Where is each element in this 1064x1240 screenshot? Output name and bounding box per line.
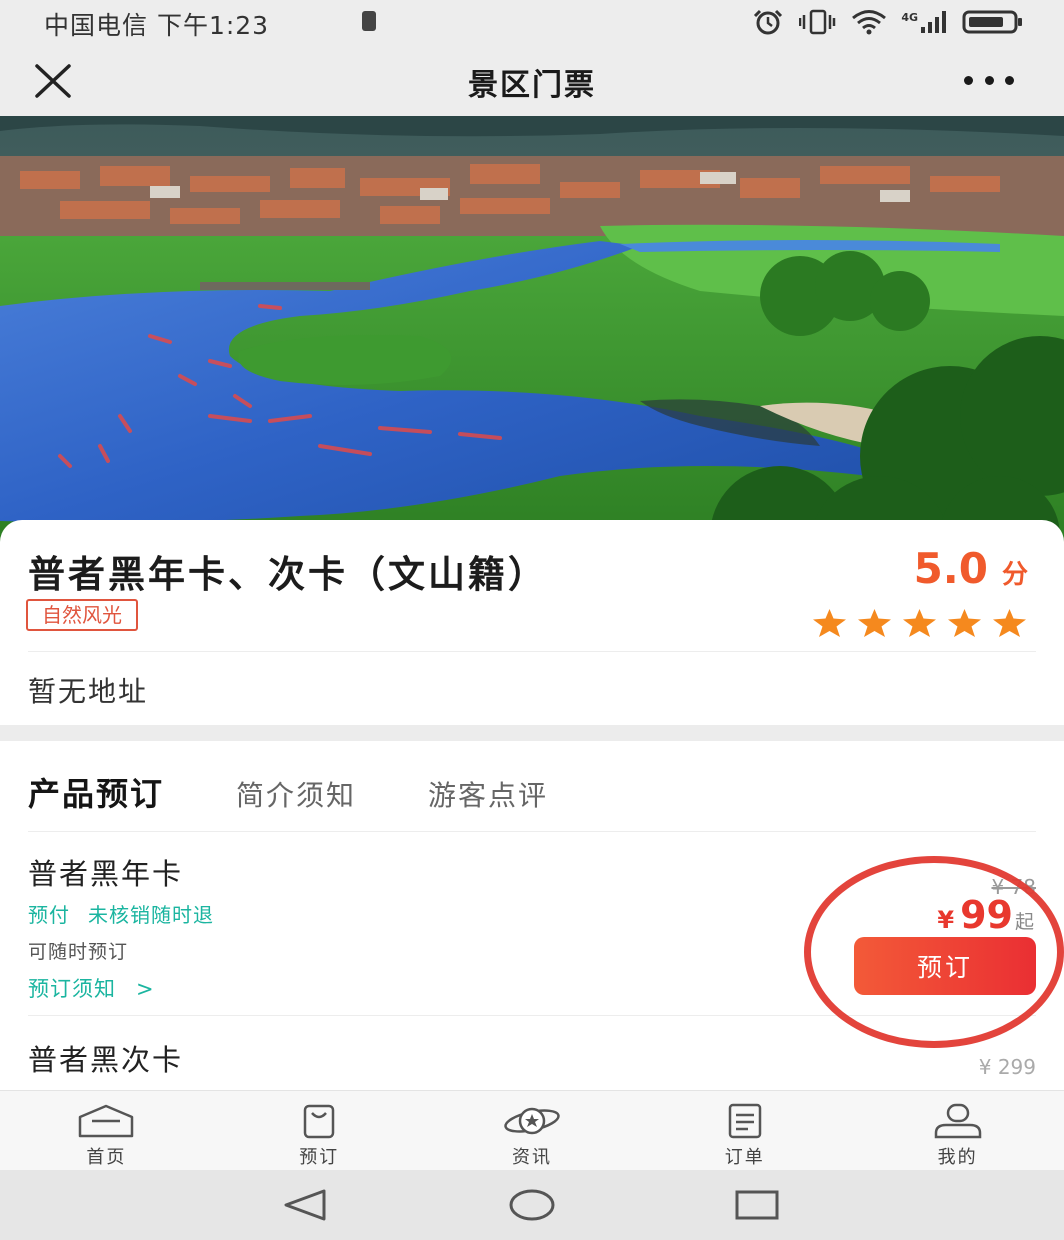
battery-icon [962, 10, 1022, 34]
nav-bar: 景区门票 [0, 44, 1064, 116]
user-icon [934, 1103, 981, 1139]
star-icon [993, 609, 1026, 637]
tab-visitor-reviews[interactable]: 游客点评 [428, 774, 548, 814]
alarm-icon [754, 9, 783, 35]
shopping-bag-icon [303, 1104, 335, 1139]
spot-info-card: 普者黑年卡、次卡（文山籍） 自然风光 5.0 分 暂无地址 [0, 520, 1064, 725]
highlight-circle [804, 856, 1064, 1048]
tabbar-item-home[interactable]: 首页 [0, 1091, 213, 1170]
tabbar-label: 订单 [724, 1147, 765, 1168]
rating-stars [811, 608, 1028, 638]
star-icon [858, 609, 891, 637]
star-icon [903, 609, 936, 637]
status-icons: 4G [751, 8, 1024, 36]
document-icon [728, 1103, 762, 1139]
score-value: 5.0 [913, 544, 988, 593]
tabbar-label: 我的 [937, 1147, 978, 1168]
original-price: ¥ 299 [978, 1055, 1036, 1079]
spot-title: 普者黑年卡、次卡（文山籍） [28, 553, 548, 596]
status-bar: 中国电信 下午1:23 4G [0, 0, 1064, 44]
ticket-name[interactable]: 普者黑次卡 [28, 1037, 183, 1079]
divider [28, 651, 1036, 652]
scenic-photo [0, 116, 1064, 556]
network-type: 4G [901, 10, 918, 24]
tab-product-booking[interactable]: 产品预订 [28, 769, 164, 815]
booking-notice-label: 预订须知 [28, 977, 116, 1001]
divider [28, 831, 1036, 832]
home-icon [79, 1104, 134, 1138]
tabbar-item-profile[interactable]: 我的 [851, 1091, 1064, 1170]
tab-intro-notice[interactable]: 简介须知 [236, 774, 356, 814]
page-title: 景区门票 [468, 68, 596, 103]
ticket-availability: 可随时预订 [28, 941, 129, 963]
ticket-policy: 预付 未核销随时退 [28, 899, 214, 928]
carrier-time: 中国电信 下午1:23 [44, 11, 270, 40]
content-tabs: 产品预订 简介须知 游客点评 [28, 769, 620, 815]
vibrate-icon [799, 9, 836, 35]
address-text[interactable]: 暂无地址 [28, 670, 148, 710]
bottom-tab-bar: 首页 预订 资讯 订单 我的 [0, 1090, 1064, 1170]
wifi-icon [852, 10, 887, 35]
home-circle-icon[interactable] [508, 1188, 556, 1222]
recent-apps-square-icon[interactable] [734, 1188, 780, 1222]
tabbar-item-booking[interactable]: 预订 [213, 1091, 426, 1170]
category-tag: 自然风光 [26, 599, 138, 631]
back-triangle-icon[interactable] [282, 1188, 328, 1222]
tabbar-item-orders[interactable]: 订单 [638, 1091, 851, 1170]
battery-saver-icon [362, 11, 376, 31]
chevron-right-icon: > [136, 977, 155, 1001]
star-icon [948, 609, 981, 637]
score-unit: 分 [1001, 560, 1028, 590]
signal-icon [921, 11, 946, 33]
tabbar-label: 预订 [299, 1147, 340, 1168]
tabbar-label: 首页 [86, 1147, 127, 1168]
policy-refund: 未核销随时退 [88, 903, 214, 927]
star-icon [813, 609, 846, 637]
more-options-icon[interactable] [964, 74, 1014, 86]
tabbar-item-news[interactable]: 资讯 [426, 1091, 639, 1170]
system-nav-bar [0, 1170, 1064, 1240]
booking-notice-link[interactable]: 预订须知 > [28, 973, 155, 1003]
planet-icon [504, 1107, 560, 1135]
tabbar-label: 资讯 [511, 1147, 552, 1168]
policy-prepay: 预付 [28, 903, 70, 927]
rating-score: 5.0 分 [914, 544, 1028, 593]
ticket-name: 普者黑年卡 [28, 857, 184, 891]
